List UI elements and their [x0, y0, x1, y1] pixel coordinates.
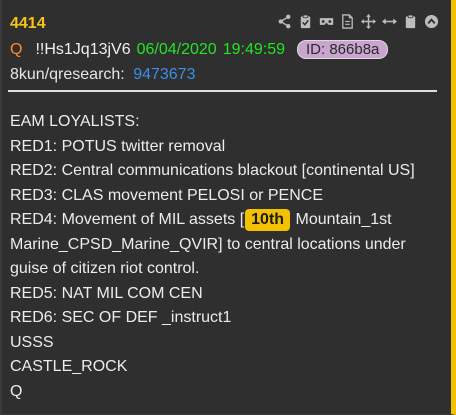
message-line: RED4: Movement of MIL assets [10th Mount…	[10, 208, 440, 282]
clipboard-check-icon[interactable]	[298, 14, 313, 29]
vr-headset-icon[interactable]	[319, 14, 334, 29]
expand-horizontal-icon[interactable]	[382, 14, 397, 29]
message-text: RED4: Movement of MIL assets [	[10, 211, 245, 228]
post-time: 19:49:59	[222, 40, 285, 58]
author-name: Q	[10, 40, 23, 58]
message-line: CASTLE_ROCK	[10, 358, 128, 375]
move-icon[interactable]	[361, 14, 376, 29]
search-highlight: 10th	[245, 209, 291, 231]
message-line: RED2: Central communications blackout [c…	[10, 162, 415, 179]
message-line: USSS	[10, 333, 54, 351]
poster-id-badge[interactable]: ID: 866b8a	[296, 40, 389, 59]
board-label: 8kun/qresearch:	[10, 66, 125, 83]
post-card: 4414 Q !!Hs1Jq13jV6 06/04/2020 19:49:59 …	[0, 0, 456, 415]
message-line: RED6: SEC OF DEF _instruct1	[10, 309, 232, 326]
collapse-up-icon[interactable]	[424, 14, 439, 29]
post-source: 8kun/qresearch: 9473673	[10, 66, 195, 84]
thread-link[interactable]: 9473673	[133, 66, 195, 83]
document-icon[interactable]	[340, 14, 355, 29]
post-message: EAM LOYALISTS: RED1: POTUS twitter remov…	[10, 110, 440, 404]
share-icon[interactable]	[277, 14, 292, 29]
tripcode: !!Hs1Jq13jV6	[35, 40, 131, 58]
header-divider	[8, 90, 437, 92]
clipboard-icon[interactable]	[403, 14, 418, 29]
message-line: RED3: CLAS movement PELOSI or PENCE	[10, 186, 323, 204]
message-line: EAM LOYALISTS:	[10, 113, 140, 130]
post-toolbar	[277, 14, 439, 29]
post-date: 06/04/2020	[136, 40, 217, 58]
post-header: Q !!Hs1Jq13jV6 06/04/2020 19:49:59 ID: 8…	[10, 40, 389, 59]
post-number[interactable]: 4414	[10, 15, 46, 33]
message-line: RED1: POTUS twitter removal	[10, 137, 226, 155]
message-line: RED5: NAT MIL COM CEN	[10, 284, 203, 302]
message-signature: Q	[10, 382, 23, 400]
